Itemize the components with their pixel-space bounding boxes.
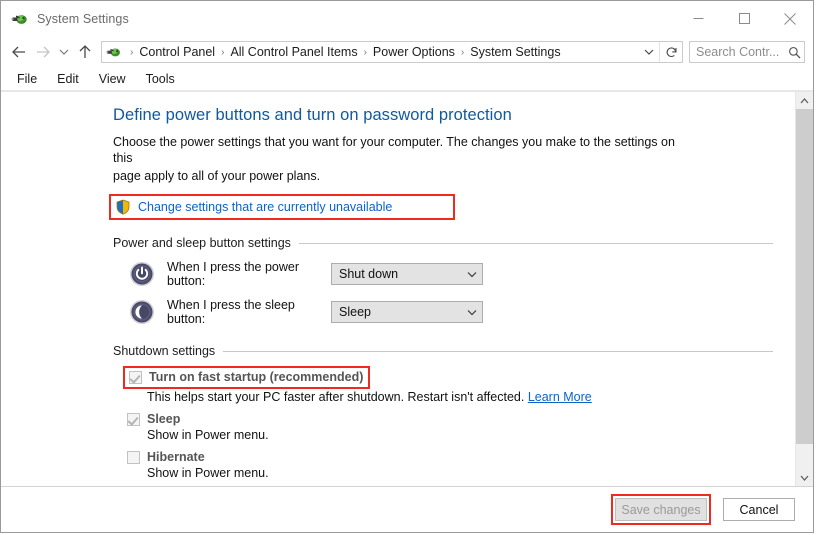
address-bar[interactable]: › Control Panel › All Control Panel Item…	[101, 41, 683, 63]
dialog-button-bar: Save changes Cancel	[1, 486, 813, 532]
uac-shield-icon	[115, 199, 131, 215]
system-settings-icon	[11, 10, 29, 28]
menu-edit[interactable]: Edit	[47, 69, 89, 89]
learn-more-link[interactable]: Learn More	[528, 390, 592, 404]
settings-pane: Define power buttons and turn on passwor…	[1, 92, 795, 486]
group-divider	[223, 350, 773, 352]
hibernate-option-label: Hibernate	[147, 450, 205, 464]
sleep-option-label: Sleep	[147, 412, 181, 426]
power-button-dropdown-value: Shut down	[339, 267, 399, 281]
menu-tools[interactable]: Tools	[136, 69, 185, 89]
breadcrumb-all-control-panel-items[interactable]: All Control Panel Items	[228, 45, 359, 59]
fast-startup-highlight-box: Turn on fast startup (recommended)	[123, 366, 371, 389]
breadcrumb-control-panel[interactable]: Control Panel	[137, 45, 217, 59]
shutdown-group-header: Shutdown settings	[113, 344, 773, 358]
save-changes-highlight-box: Save changes	[611, 494, 711, 525]
search-input[interactable]: Search Contr...	[690, 45, 784, 59]
sleep-button-setting-row: When I press the sleep button: Sleep	[129, 298, 795, 326]
content-area: Define power buttons and turn on passwor…	[1, 91, 813, 486]
power-button-icon	[129, 261, 155, 287]
recent-locations-chevron-icon[interactable]	[55, 40, 73, 64]
page-description-line1: Choose the power settings that you want …	[113, 135, 675, 165]
window-title: System Settings	[37, 11, 129, 26]
fast-startup-description: This helps start your PC faster after sh…	[147, 390, 795, 405]
search-box[interactable]: Search Contr...	[689, 41, 805, 63]
scroll-up-icon[interactable]	[796, 92, 813, 109]
power-button-dropdown[interactable]: Shut down	[331, 263, 483, 285]
scrollbar-track[interactable]	[796, 109, 813, 469]
scrollbar-thumb[interactable]	[796, 109, 813, 444]
breadcrumb-separator: ›	[130, 46, 134, 58]
breadcrumb-system-settings[interactable]: System Settings	[468, 45, 562, 59]
hibernate-option-row[interactable]: Hibernate	[127, 450, 795, 465]
sleep-button-dropdown-value: Sleep	[339, 305, 371, 319]
sleep-option-description: Show in Power menu.	[147, 428, 269, 442]
fast-startup-label: Turn on fast startup (recommended)	[149, 370, 364, 384]
sleep-button-label: When I press the sleep button:	[167, 298, 295, 326]
navigation-bar: › Control Panel › All Control Panel Item…	[1, 36, 813, 68]
refresh-icon[interactable]	[659, 42, 682, 62]
cancel-button[interactable]: Cancel	[723, 498, 795, 521]
search-icon[interactable]	[784, 42, 804, 62]
power-sleep-group-header: Power and sleep button settings	[113, 236, 773, 250]
breadcrumb-power-options[interactable]: Power Options	[371, 45, 457, 59]
power-button-label: When I press the power button:	[167, 260, 300, 288]
shutdown-group-label: Shutdown settings	[113, 344, 216, 358]
address-bar-icon	[106, 44, 122, 60]
change-settings-highlight-box: Change settings that are currently unava…	[109, 194, 456, 220]
up-arrow-icon[interactable]	[73, 40, 97, 64]
sleep-button-dropdown[interactable]: Sleep	[331, 301, 483, 323]
scroll-down-icon[interactable]	[796, 469, 813, 486]
forward-arrow-icon	[31, 40, 55, 64]
maximize-icon[interactable]	[721, 1, 767, 36]
chevron-down-icon[interactable]	[639, 42, 659, 62]
back-arrow-icon[interactable]	[7, 40, 31, 64]
group-divider	[298, 242, 773, 244]
sleep-button-icon	[129, 299, 155, 325]
menu-bar: File Edit View Tools	[1, 68, 813, 91]
chevron-down-icon[interactable]	[462, 309, 482, 316]
menu-file[interactable]: File	[7, 69, 47, 89]
sleep-checkbox[interactable]	[127, 413, 140, 426]
window-controls	[675, 1, 813, 36]
sleep-option-row[interactable]: Sleep	[127, 412, 795, 427]
title-bar: System Settings	[1, 1, 813, 36]
save-changes-button[interactable]: Save changes	[615, 498, 707, 521]
hibernate-checkbox[interactable]	[127, 451, 140, 464]
power-sleep-group-label: Power and sleep button settings	[113, 236, 291, 250]
page-description-line2: page apply to all of your power plans.	[113, 169, 321, 183]
close-icon[interactable]	[767, 1, 813, 36]
chevron-down-icon[interactable]	[462, 271, 482, 278]
breadcrumb-separator: ›	[363, 46, 367, 58]
minimize-icon[interactable]	[675, 1, 721, 36]
change-settings-link[interactable]: Change settings that are currently unava…	[138, 200, 447, 214]
vertical-scrollbar[interactable]	[795, 92, 813, 486]
breadcrumb-separator: ›	[460, 46, 465, 58]
fast-startup-checkbox[interactable]	[129, 371, 142, 384]
page-title: Define power buttons and turn on passwor…	[113, 106, 512, 124]
system-settings-window: System Settings › Control Panel › All Co…	[0, 0, 814, 533]
hibernate-option-description: Show in Power menu.	[147, 466, 269, 480]
breadcrumb-separator: ›	[221, 46, 225, 58]
fast-startup-description-text: This helps start your PC faster after sh…	[147, 390, 528, 404]
menu-view[interactable]: View	[89, 69, 136, 89]
power-button-setting-row: When I press the power button: Shut down	[129, 260, 795, 288]
